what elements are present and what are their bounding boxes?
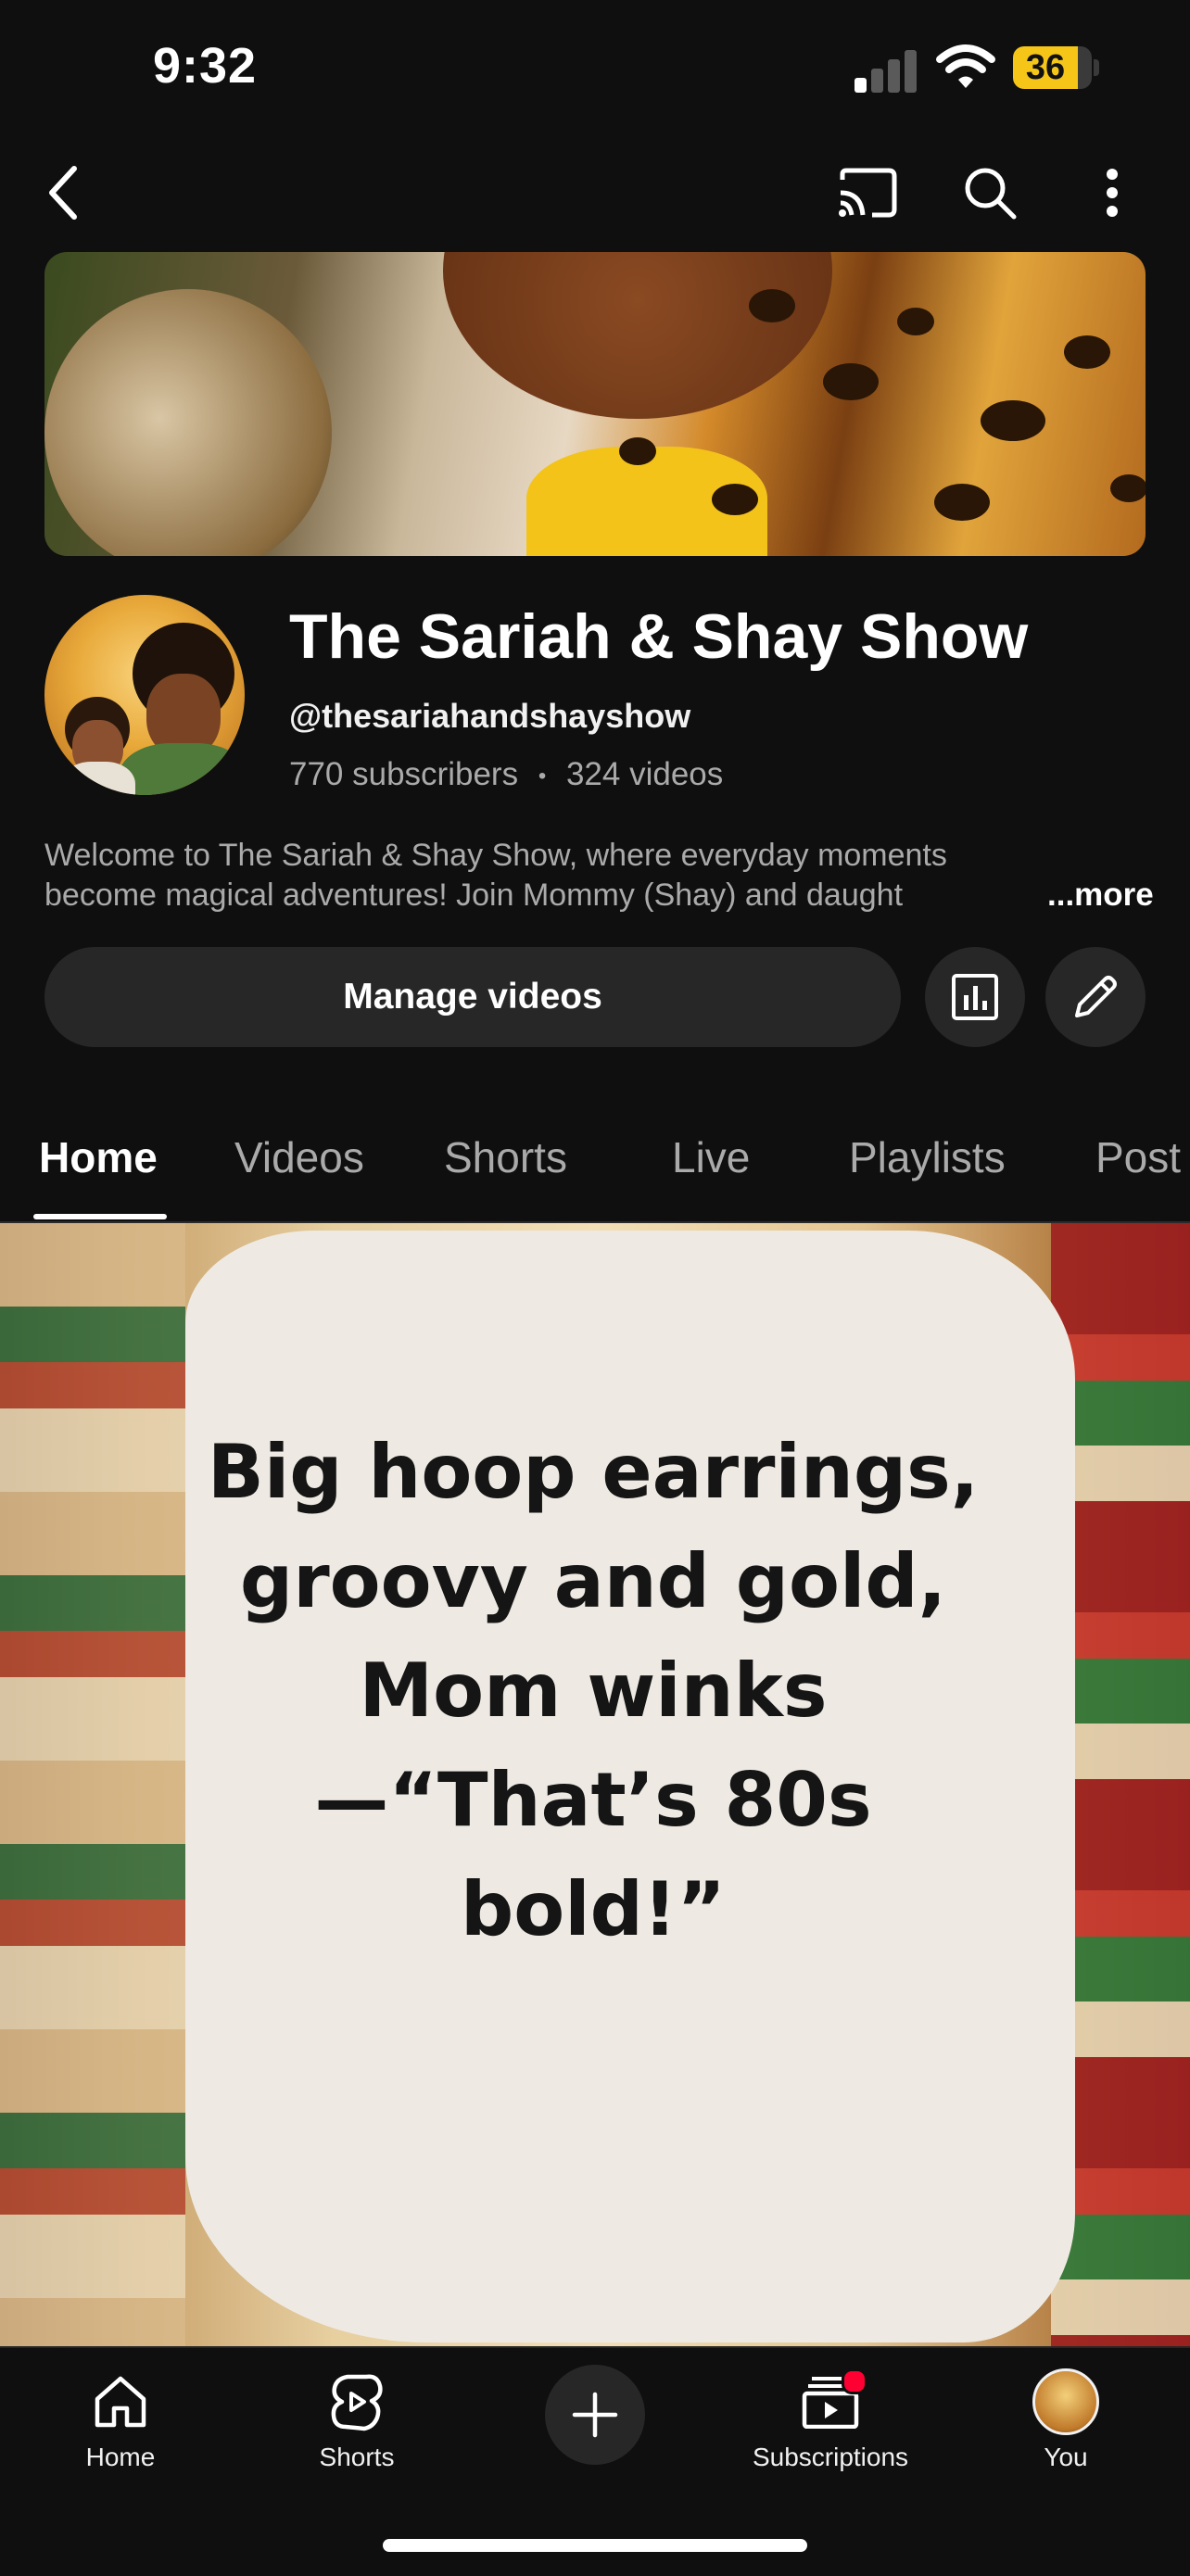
active-tab-indicator: [33, 1214, 167, 1219]
channel-avatar[interactable]: [44, 595, 245, 795]
more-options-button[interactable]: [1068, 148, 1157, 237]
shorts-icon: [331, 2374, 383, 2431]
tab-posts[interactable]: Post: [1095, 1132, 1181, 1182]
channel-handle: @thesariahandshayshow: [289, 697, 691, 735]
back-icon: [49, 166, 77, 220]
channel-banner: [44, 252, 1146, 556]
tab-home[interactable]: Home: [39, 1132, 158, 1182]
channel-stats: 770 subscribers • 324 videos: [289, 756, 723, 793]
channel-description[interactable]: Welcome to The Sariah & Shay Show, where…: [44, 836, 1064, 915]
search-button[interactable]: [945, 148, 1034, 237]
featured-video-thumbnail[interactable]: Big hoop earrings, groovy and gold, Mom …: [0, 1223, 1190, 2346]
search-icon: [965, 168, 1017, 220]
video-count: 324 videos: [565, 756, 724, 792]
back-button[interactable]: [20, 148, 109, 237]
more-description-link[interactable]: ...more: [1019, 877, 1154, 914]
poem-line: groovy and gold,: [239, 1538, 947, 1624]
thumbnail-poem-text: Big hoop earrings, groovy and gold, Mom …: [176, 1418, 1010, 1964]
you-avatar: [1032, 2368, 1099, 2435]
home-indicator: [383, 2539, 807, 2552]
poem-line: Mom winks: [359, 1648, 828, 1734]
analytics-icon: [952, 974, 998, 1020]
subscriber-count: 770 subscribers: [289, 756, 519, 792]
nav-shorts-label: Shorts: [319, 2443, 395, 2471]
tab-live[interactable]: Live: [672, 1132, 750, 1182]
notification-dot: [842, 2368, 867, 2394]
nav-home[interactable]: Home: [28, 2365, 213, 2472]
cellular-signal-icon: [855, 48, 918, 93]
nav-home-label: Home: [85, 2443, 156, 2471]
tab-shorts[interactable]: Shorts: [444, 1132, 567, 1182]
tab-videos[interactable]: Videos: [234, 1132, 364, 1182]
poem-line: Big hoop earrings,: [207, 1429, 980, 1515]
wifi-icon: [936, 43, 995, 91]
battery-nub: [1094, 59, 1099, 76]
stats-separator: •: [538, 763, 547, 789]
cast-button[interactable]: [823, 148, 912, 237]
poem-line: —“That’s 80s: [314, 1757, 872, 1843]
channel-tabs: Home Videos Shorts Live Playlists Post: [0, 1112, 1190, 1223]
more-vert-icon: [1107, 169, 1118, 217]
nav-subscriptions-label: Subscriptions: [752, 2443, 909, 2471]
poem-line: bold!”: [461, 1866, 726, 1952]
tab-playlists[interactable]: Playlists: [849, 1132, 1006, 1182]
home-icon: [95, 2376, 146, 2428]
analytics-button[interactable]: [925, 947, 1025, 1047]
edit-channel-button[interactable]: [1045, 947, 1146, 1047]
nav-you[interactable]: You: [973, 2365, 1158, 2472]
edit-pencil-icon: [1075, 976, 1117, 1017]
manage-videos-button[interactable]: Manage videos: [44, 947, 901, 1047]
battery-indicator: 36: [1013, 46, 1078, 89]
status-time: 9:32: [153, 38, 258, 94]
nav-you-label: You: [1044, 2443, 1088, 2471]
nav-shorts[interactable]: Shorts: [264, 2365, 449, 2472]
nav-subscriptions[interactable]: Subscriptions: [738, 2365, 923, 2472]
channel-title: The Sariah & Shay Show: [289, 601, 1029, 672]
cast-icon: [839, 168, 897, 218]
create-button[interactable]: [545, 2365, 645, 2465]
banner-avatar-image: [44, 289, 332, 556]
create-plus-icon: [572, 2392, 618, 2438]
description-line: Welcome to The Sariah & Shay Show, where…: [44, 838, 947, 873]
description-line: become magical adventures! Join Mommy (S…: [44, 878, 904, 913]
